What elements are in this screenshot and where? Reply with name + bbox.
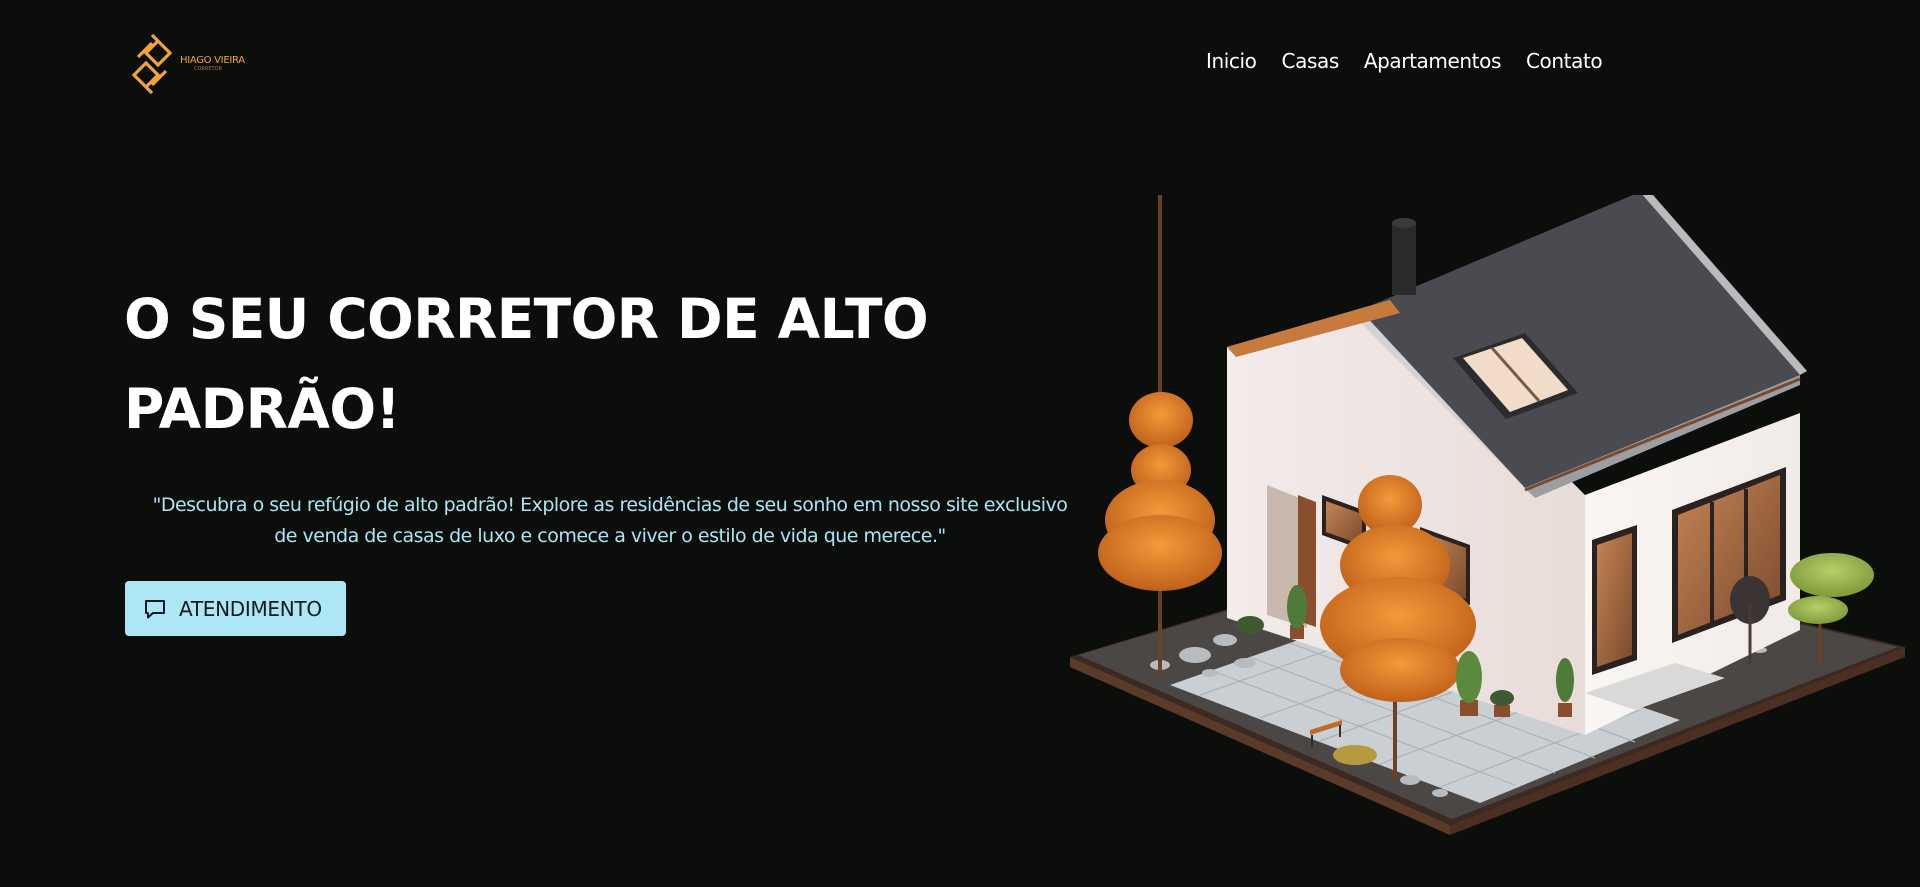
chat-bubble-icon (145, 599, 165, 618)
landing-page: HIAGO VIEIRA CORRETOR Inicio Casas Apart… (0, 0, 1920, 887)
brand-logo[interactable]: HIAGO VIEIRA CORRETOR (128, 32, 245, 96)
hero-description: "Descubra o seu refúgio de alto padrão! … (152, 494, 1068, 547)
hero-title-line2: PADRÃO! (124, 377, 401, 441)
logo-mark-icon (131, 33, 173, 95)
main-nav: Inicio Casas Apartamentos Contato (1206, 49, 1603, 73)
hero-title: O SEU CORRETOR DE ALTO PADRÃO! (124, 274, 944, 454)
nav-item-inicio[interactable]: Inicio (1206, 49, 1257, 73)
isometric-house-illustration (1070, 195, 1905, 835)
nav-item-contato[interactable]: Contato (1526, 49, 1603, 73)
brand-subtitle: CORRETOR (194, 66, 222, 72)
nav-item-apartamentos[interactable]: Apartamentos (1364, 49, 1502, 73)
brand-text: HIAGO VIEIRA CORRETOR (180, 56, 245, 72)
brand-name: HIAGO VIEIRA (180, 55, 245, 66)
atendimento-label: ATENDIMENTO (179, 596, 322, 621)
hero-title-line1: O SEU CORRETOR DE ALTO (124, 287, 929, 351)
atendimento-button[interactable]: ATENDIMENTO (125, 581, 346, 636)
nav-item-casas[interactable]: Casas (1282, 49, 1340, 73)
